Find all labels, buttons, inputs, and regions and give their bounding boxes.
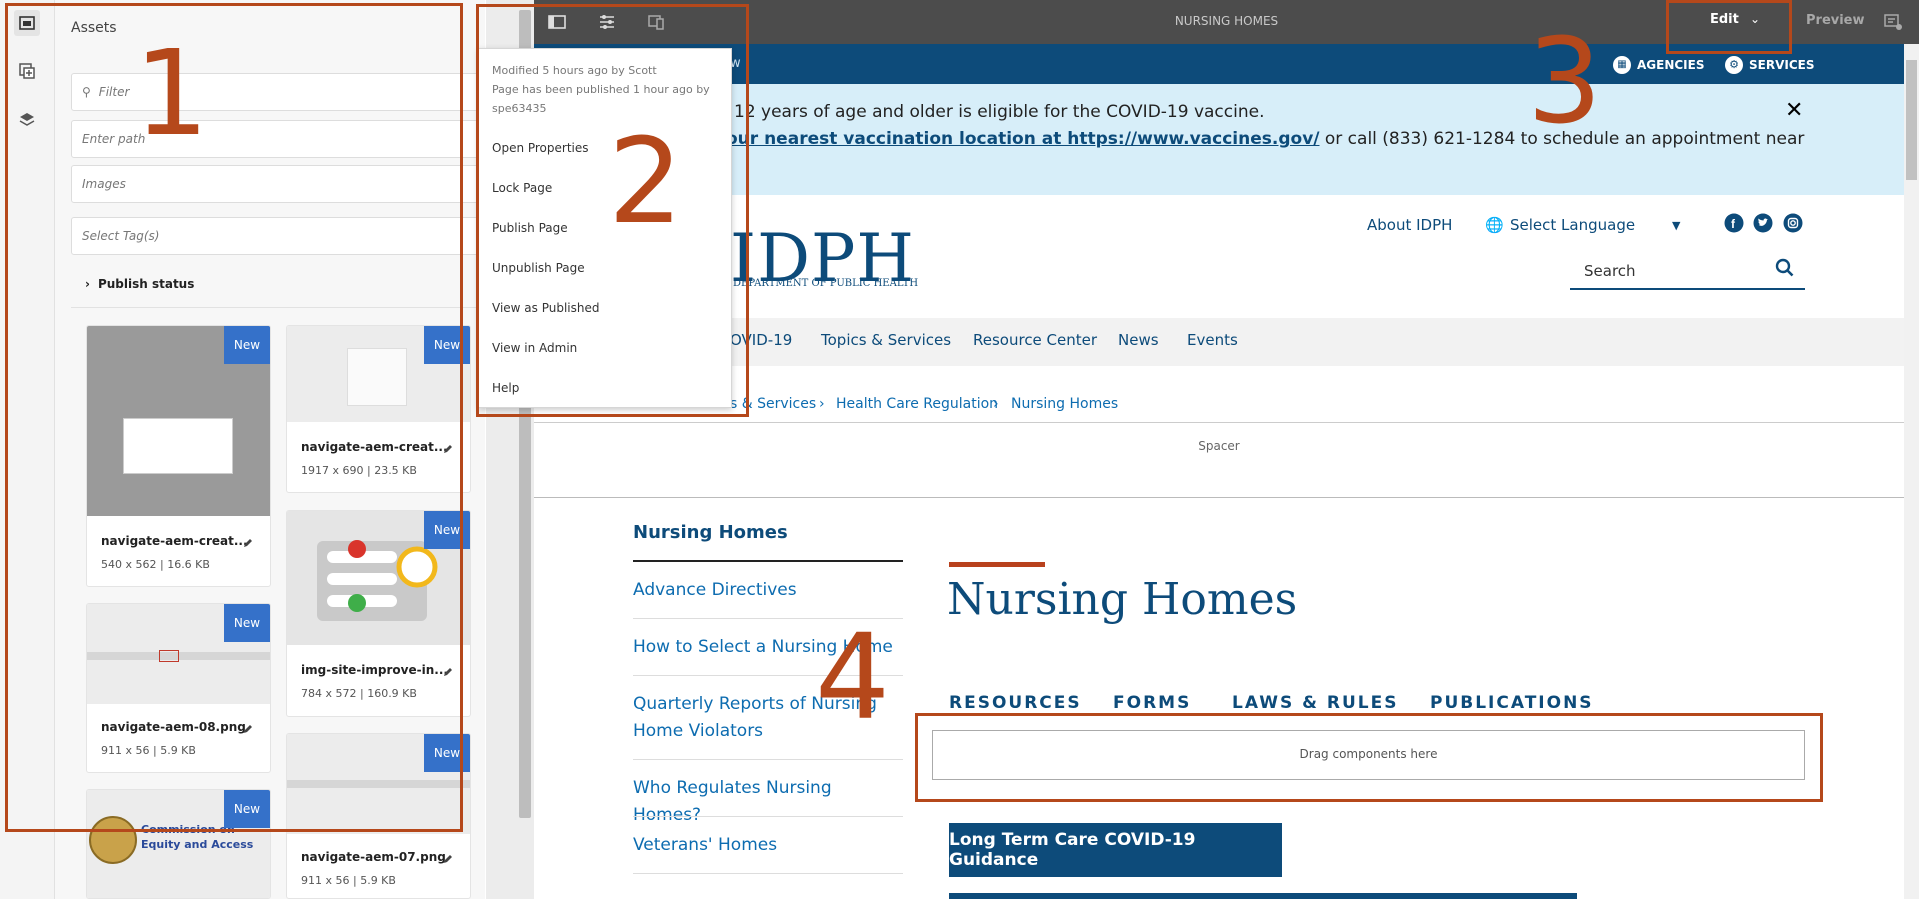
twitter-icon[interactable] (1753, 213, 1773, 237)
tab-resources[interactable]: RESOURCES (949, 693, 1082, 713)
breadcrumb-health-care[interactable]: Health Care Regulation (836, 396, 998, 412)
pencil-icon[interactable] (442, 850, 454, 869)
chevron-right-icon: › (993, 396, 999, 412)
annotation-box-1 (5, 3, 463, 832)
chevron-right-icon: › (819, 396, 825, 412)
building-icon: ▦ (1613, 56, 1631, 74)
asset-name: navigate-aem-07.png (301, 850, 446, 864)
agencies-link[interactable]: ▦ AGENCIES (1613, 56, 1705, 74)
sidebar-divider (633, 816, 903, 817)
annotation-number-1: 1 (134, 24, 210, 162)
annotation-box-3 (1666, 0, 1792, 54)
nav-resource-center[interactable]: Resource Center (973, 331, 1097, 349)
sidebar-item-who-regulates[interactable]: Who Regulates Nursing Homes? (633, 775, 903, 829)
logo-subtitle: DEPARTMENT OF PUBLIC HEALTH (733, 278, 919, 289)
spacer-component[interactable]: Spacer (534, 422, 1904, 498)
next-button-edge (949, 893, 1577, 899)
chevron-down-icon[interactable]: ▼ (1672, 219, 1680, 232)
annotation-number-2: 2 (608, 112, 684, 250)
sidebar-item-veterans-homes[interactable]: Veterans' Homes (633, 832, 903, 859)
annotation-number-4: 4 (815, 608, 891, 746)
sidebar-divider (633, 560, 903, 562)
sidebar-divider (633, 873, 903, 874)
close-icon[interactable]: ✕ (1785, 98, 1803, 123)
alert-text: 12 years of age and older is eligible fo… (734, 102, 1265, 122)
sidebar-title[interactable]: Nursing Homes (633, 519, 903, 546)
asset-meta: 911 x 56 | 5.9 KB (301, 874, 396, 887)
page-scrollbar[interactable] (1906, 60, 1917, 180)
nav-events[interactable]: Events (1187, 331, 1238, 349)
alert-text: our nearest vaccination location at http… (726, 129, 1805, 149)
breadcrumb-nursing-homes[interactable]: Nursing Homes (1011, 396, 1118, 412)
title-accent-bar (949, 562, 1045, 567)
about-link[interactable]: About IDPH (1367, 216, 1452, 234)
tab-forms[interactable]: FORMS (1113, 693, 1191, 713)
vaccines-link[interactable]: our nearest vaccination location at http… (726, 129, 1319, 149)
annotation-box-4 (915, 713, 1823, 802)
search-icon[interactable] (1775, 258, 1795, 282)
nav-news[interactable]: News (1118, 331, 1159, 349)
services-link[interactable]: ⚙ SERVICES (1725, 56, 1814, 74)
sidebar-item-advance-directives[interactable]: Advance Directives (633, 577, 903, 604)
annotation-number-3: 3 (1527, 12, 1603, 150)
facebook-icon[interactable]: f (1724, 213, 1744, 237)
globe-icon: 🌐 (1485, 216, 1504, 234)
tab-laws-rules[interactable]: LAWS & RULES (1232, 693, 1398, 713)
sidebar-divider (633, 759, 903, 760)
site-search-input[interactable]: Search (1570, 252, 1805, 290)
nav-topics[interactable]: Topics & Services (821, 331, 951, 349)
page-heading: Nursing Homes (947, 574, 1298, 625)
annotations-icon[interactable] (1883, 12, 1903, 32)
language-select[interactable]: Select Language (1510, 216, 1635, 234)
tab-publications[interactable]: PUBLICATIONS (1430, 693, 1594, 713)
instagram-icon[interactable] (1783, 213, 1803, 237)
gears-icon: ⚙ (1725, 56, 1743, 74)
preview-button[interactable]: Preview (1806, 13, 1865, 28)
covid-guidance-button[interactable]: Long Term Care COVID-19 Guidance (949, 823, 1282, 877)
